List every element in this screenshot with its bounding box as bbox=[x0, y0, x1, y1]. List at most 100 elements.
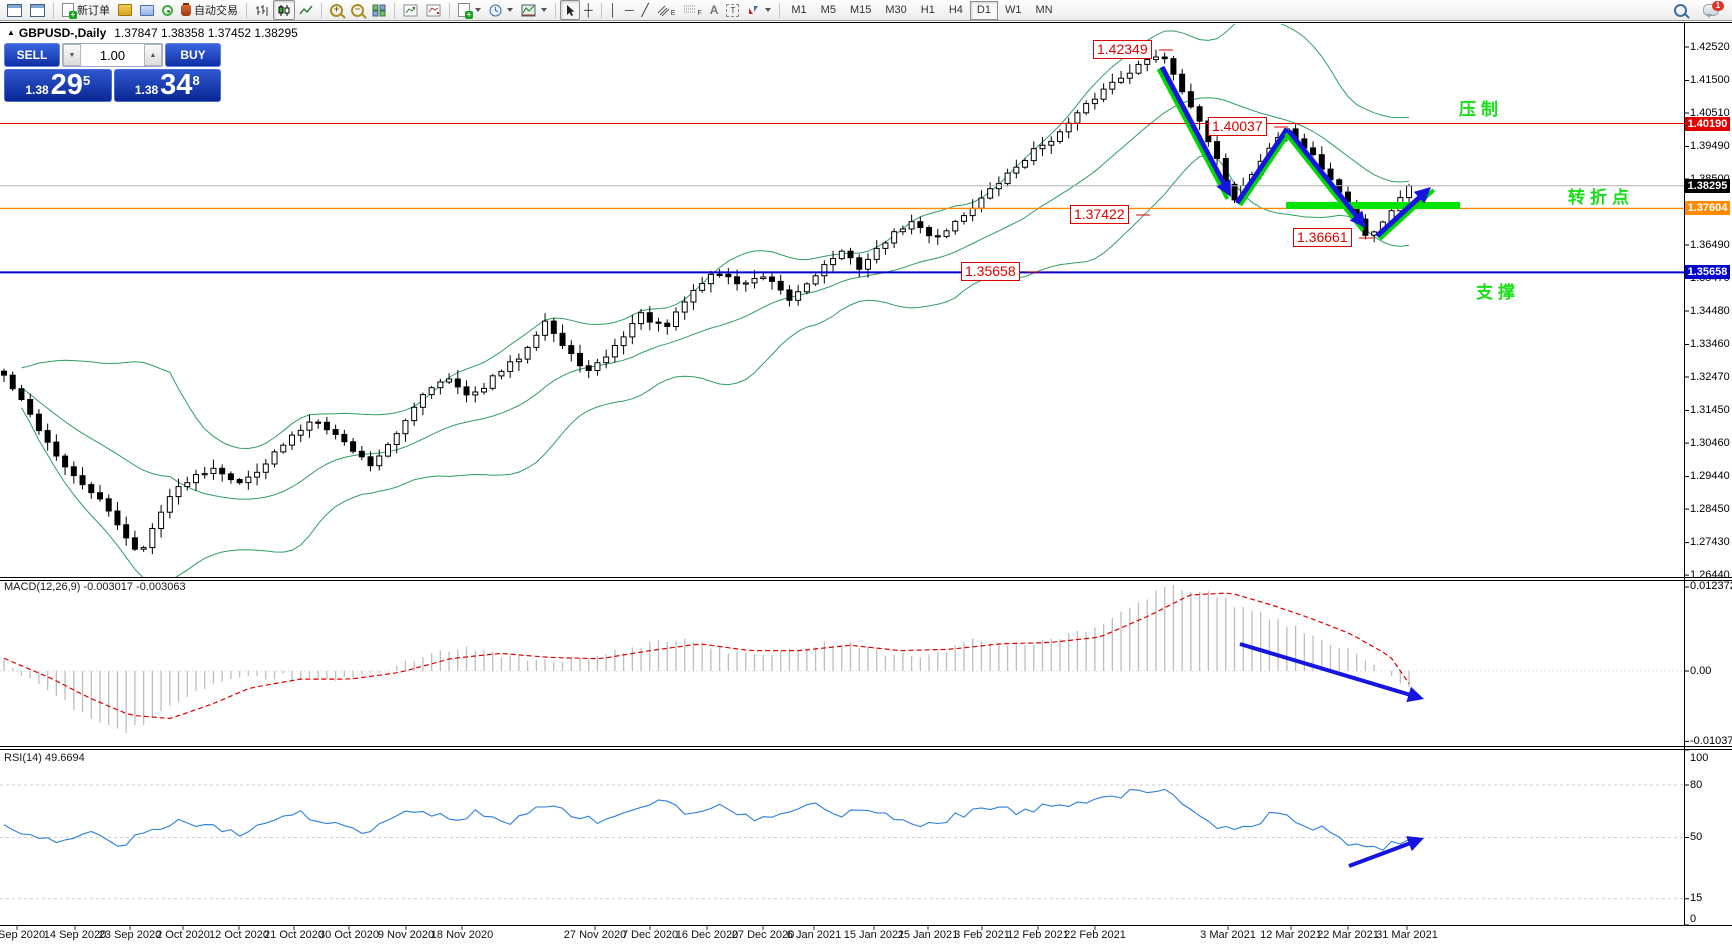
candlestick-chart-button[interactable] bbox=[273, 0, 295, 20]
signal-icon bbox=[162, 5, 173, 16]
chart-profile-button[interactable] bbox=[26, 0, 49, 20]
channel-sub-label: E bbox=[671, 10, 676, 17]
template-dropdown[interactable] bbox=[517, 0, 551, 20]
ask-price-panel[interactable]: 1.38348 bbox=[114, 69, 222, 102]
zoom-in-button[interactable]: + bbox=[326, 0, 347, 20]
macd-axis-label: -0.010374 bbox=[1690, 735, 1732, 747]
ohlc-values: 1.37847 1.38358 1.37452 1.38295 bbox=[114, 26, 298, 40]
indicator-window-button[interactable] bbox=[399, 0, 422, 20]
date-label: 21 Oct 2020 bbox=[264, 929, 324, 941]
timeframe-D1[interactable]: D1 bbox=[970, 1, 998, 20]
autotrading-button[interactable]: 自动交易 bbox=[177, 0, 242, 20]
volume-decrease-button[interactable]: ▼ bbox=[63, 44, 81, 66]
cursor-button[interactable] bbox=[560, 0, 580, 20]
add-indicator-icon: + bbox=[458, 3, 470, 17]
community-button[interactable] bbox=[136, 0, 158, 20]
chart-window-icon bbox=[7, 4, 22, 17]
price-tag[interactable]: 1.37422 bbox=[1070, 205, 1129, 224]
template-icon bbox=[521, 4, 536, 17]
collapse-icon[interactable]: ▲ bbox=[7, 28, 15, 37]
rsi-label: RSI(14) 49.6694 bbox=[4, 752, 85, 764]
shapes-dropdown[interactable] bbox=[743, 0, 775, 20]
symbol-period-label: GBPUSD-,Daily bbox=[19, 26, 106, 40]
chevron-down-icon bbox=[475, 8, 481, 12]
macd-axis-label: 0.012372 bbox=[1690, 580, 1732, 592]
date-label: 7 Dec 2020 bbox=[622, 929, 678, 941]
sell-button[interactable]: SELL bbox=[4, 43, 60, 67]
line-chart-button[interactable] bbox=[295, 0, 317, 20]
new-order-icon: + bbox=[62, 3, 74, 17]
vertical-line-button[interactable]: │ bbox=[606, 0, 622, 20]
price-axis-label: 1.29440 bbox=[1690, 470, 1730, 482]
search-button[interactable] bbox=[1670, 0, 1691, 20]
chevron-down-icon bbox=[541, 8, 547, 12]
price-axis-label: 1.42520 bbox=[1690, 41, 1730, 53]
price-axis-label: 1.26440 bbox=[1690, 569, 1730, 581]
new-order-button[interactable]: + 新订单 bbox=[58, 0, 114, 20]
signals-button[interactable] bbox=[158, 0, 177, 20]
channel-button[interactable]: E bbox=[653, 0, 680, 20]
text-label-button[interactable]: T bbox=[722, 0, 743, 20]
price-axis-label: 1.28450 bbox=[1690, 503, 1730, 515]
fibonacci-button[interactable]: F bbox=[679, 0, 705, 20]
price-tag[interactable]: 1.35658 bbox=[961, 262, 1020, 281]
price-tag[interactable]: 1.42349 bbox=[1093, 40, 1152, 59]
notifications-button[interactable]: 1 bbox=[1699, 0, 1723, 20]
price-level-badge: 1.40190 bbox=[1685, 117, 1730, 131]
date-label: 12 Mar 2021 bbox=[1260, 929, 1322, 941]
timeframe-M5[interactable]: M5 bbox=[814, 1, 843, 20]
market-watch-button[interactable] bbox=[114, 0, 136, 20]
text-button[interactable]: A bbox=[706, 0, 723, 20]
date-label: 25 Jan 2021 bbox=[898, 929, 959, 941]
date-label: 15 Jan 2021 bbox=[844, 929, 905, 941]
date-label: 12 Oct 2020 bbox=[209, 929, 269, 941]
add-indicator-dropdown[interactable]: + bbox=[454, 0, 485, 20]
bid-price-panel[interactable]: 1.38295 bbox=[4, 69, 112, 102]
price-axis-label: 1.27430 bbox=[1690, 536, 1730, 548]
indicator-chart-icon bbox=[403, 4, 418, 17]
date-label: 4 Sep 2020 bbox=[0, 929, 45, 941]
timeframe-M15[interactable]: M15 bbox=[843, 1, 878, 20]
macd-axis-label: 0.00 bbox=[1690, 665, 1711, 677]
timeframe-MN[interactable]: MN bbox=[1028, 1, 1059, 20]
chart-canvas[interactable] bbox=[0, 0, 1732, 944]
timeframe-H4[interactable]: H4 bbox=[942, 1, 970, 20]
vline-icon: │ bbox=[610, 4, 618, 16]
price-axis-label: 1.39490 bbox=[1690, 140, 1730, 152]
timeframe-M30[interactable]: M30 bbox=[878, 1, 913, 20]
channel-icon bbox=[657, 4, 670, 16]
new-order-label: 新订单 bbox=[77, 2, 110, 18]
zoom-out-button[interactable]: − bbox=[347, 0, 368, 20]
timeframe-M1[interactable]: M1 bbox=[784, 1, 813, 20]
period-dropdown[interactable] bbox=[485, 0, 517, 20]
date-label: 3 Feb 2021 bbox=[954, 929, 1010, 941]
new-chart-button[interactable] bbox=[3, 0, 26, 20]
support-label: 支撑 bbox=[1476, 278, 1520, 303]
candlestick-icon bbox=[277, 4, 291, 17]
price-tag[interactable]: 1.40037 bbox=[1208, 117, 1267, 136]
rsi-axis-label: 0 bbox=[1690, 913, 1696, 925]
timeframe-W1[interactable]: W1 bbox=[998, 1, 1029, 20]
volume-increase-button[interactable]: ▲ bbox=[144, 44, 162, 66]
horizontal-line-button[interactable]: ─ bbox=[621, 0, 638, 20]
date-label: 23 Sep 2020 bbox=[99, 929, 161, 941]
timeframe-H1[interactable]: H1 bbox=[914, 1, 942, 20]
search-icon bbox=[1674, 4, 1687, 17]
date-label: 18 Nov 2020 bbox=[431, 929, 493, 941]
price-axis-label: 1.33460 bbox=[1690, 338, 1730, 350]
buy-button[interactable]: BUY bbox=[165, 43, 221, 67]
crosshair-button[interactable]: ┼ bbox=[580, 0, 597, 20]
ask-big: 34 bbox=[160, 71, 192, 100]
rsi-axis-label: 80 bbox=[1690, 779, 1702, 791]
profile-window-icon bbox=[30, 4, 45, 17]
date-label: 22 Feb 2021 bbox=[1064, 929, 1126, 941]
bid-small: 1.38 bbox=[25, 83, 48, 97]
tile-windows-button[interactable] bbox=[368, 0, 390, 20]
pivot-label: 转折点 bbox=[1568, 183, 1634, 208]
trendline-button[interactable]: ╱ bbox=[638, 0, 653, 20]
indicator-add-button[interactable] bbox=[422, 0, 445, 20]
chart-title: ▲ GBPUSD-,Daily 1.37847 1.38358 1.37452 1.… bbox=[7, 26, 298, 40]
bar-chart-button[interactable] bbox=[251, 0, 273, 20]
volume-input[interactable] bbox=[81, 44, 144, 66]
price-tag[interactable]: 1.36661 bbox=[1293, 228, 1352, 247]
